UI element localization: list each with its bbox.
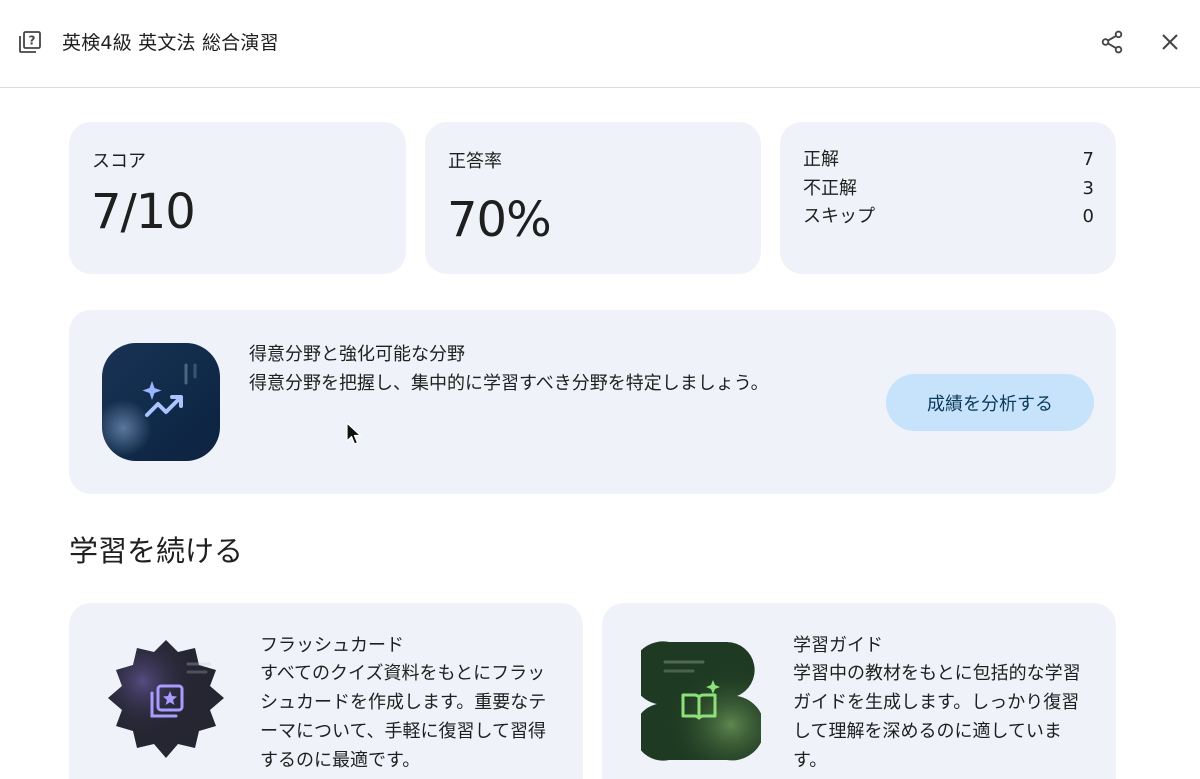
quiz-icon: ? [19, 31, 41, 53]
close-icon[interactable] [1158, 30, 1182, 54]
tally-count: 7 [1082, 149, 1094, 170]
score-card: スコア 7/10 [69, 122, 406, 274]
analysis-title: 得意分野と強化可能な分野 [249, 344, 465, 365]
tally-row-correct: 正解 7 [803, 146, 1094, 175]
flashcards-card[interactable]: フラッシュカード すべてのクイズ資料をもとにフラッシュカードを作成します。重要な… [69, 603, 583, 779]
tally-row-skipped: スキップ 0 [803, 203, 1094, 232]
mouse-cursor-icon [346, 422, 362, 445]
accuracy-label: 正答率 [448, 151, 502, 172]
flashcards-icon [108, 640, 224, 758]
accuracy-value: 70% [447, 192, 552, 248]
tally-label: スキップ [803, 206, 875, 227]
top-bar: ? 英検4級 英文法 総合演習 [0, 0, 1200, 88]
continue-learning-heading: 学習を続ける [69, 534, 244, 568]
score-label: スコア [92, 151, 146, 172]
answer-tally-card: 正解 7 不正解 3 スキップ 0 [780, 122, 1116, 274]
page-title: 英検4級 英文法 総合演習 [62, 32, 279, 54]
analysis-description: 得意分野を把握し、集中的に学習すべき分野を特定しましょう。 [249, 373, 769, 394]
flashcards-description: すべてのクイズ資料をもとにフラッシュカードを作成します。重要なテーマについて、手… [260, 663, 547, 771]
study-guide-description: 学習中の教材をもとに包括的な学習ガイドを生成します。しっかり復習して理解を深める… [793, 663, 1081, 771]
study-guide-card[interactable]: 学習ガイド 学習中の教材をもとに包括的な学習ガイドを生成します。しっかり復習して… [602, 603, 1116, 779]
share-icon[interactable] [1099, 29, 1125, 55]
study-guide-book-icon [641, 641, 761, 761]
tally-count: 0 [1082, 206, 1094, 227]
tally-label: 正解 [803, 149, 839, 170]
study-guide-title: 学習ガイド [793, 635, 883, 656]
trending-up-sparkle-icon [102, 343, 220, 461]
analyze-results-button[interactable]: 成績を分析する [886, 374, 1094, 431]
tally-label: 不正解 [803, 177, 857, 199]
flashcards-title: フラッシュカード [260, 635, 404, 656]
tally-count: 3 [1082, 177, 1094, 199]
answer-tally: 正解 7 不正解 3 スキップ 0 [803, 146, 1094, 232]
accuracy-card: 正答率 70% [425, 122, 761, 274]
score-value: 7/10 [91, 184, 196, 240]
tally-row-incorrect: 不正解 3 [803, 175, 1094, 204]
svg-text:?: ? [29, 34, 36, 48]
analysis-card: 得意分野と強化可能な分野 得意分野を把握し、集中的に学習すべき分野を特定しましょ… [69, 310, 1116, 494]
